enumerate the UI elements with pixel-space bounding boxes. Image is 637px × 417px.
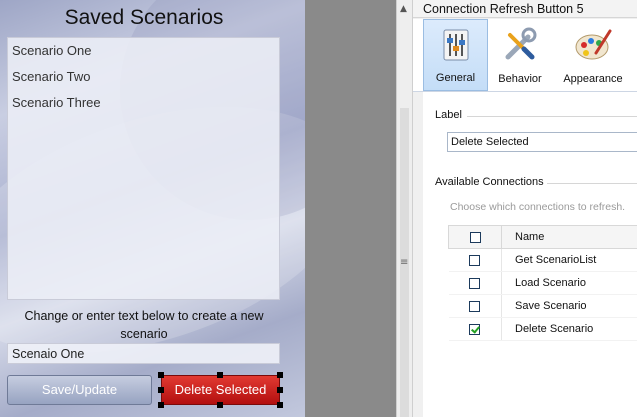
tab-behavior[interactable]: Behavior — [490, 19, 550, 91]
tab-bar: General Behavior Appearance — [413, 19, 637, 92]
connections-section-heading: Available Connections — [435, 176, 544, 188]
delete-selected-button[interactable]: Delete Selected — [161, 375, 280, 405]
connection-checkbox[interactable] — [469, 300, 481, 312]
connection-name: Load Scenario — [501, 271, 637, 295]
label-section-heading: Label — [435, 109, 462, 121]
connection-name: Delete Scenario — [501, 317, 637, 341]
table-row[interactable]: Get ScenarioList — [448, 248, 637, 272]
connection-checkbox[interactable] — [469, 254, 481, 266]
table-header-row: Name — [448, 225, 637, 249]
connection-checkbox[interactable] — [469, 323, 481, 335]
table-row[interactable]: Load Scenario — [448, 271, 637, 295]
tab-general[interactable]: General — [423, 19, 488, 91]
save-update-button[interactable]: Save/Update — [7, 375, 152, 405]
list-item[interactable]: Scenario One — [8, 38, 279, 64]
chevron-up-icon[interactable]: ▲ — [400, 4, 407, 14]
property-panel: Connection Refresh Button 5 General Beha… — [413, 0, 637, 417]
select-all-cell[interactable] — [448, 225, 502, 249]
label-input[interactable] — [447, 132, 637, 152]
list-item[interactable]: Scenario Three — [8, 90, 279, 116]
instruction-text: Change or enter text below to create a n… — [24, 309, 264, 341]
design-canvas: Saved Scenarios Scenario One Scenario Tw… — [0, 0, 305, 417]
saved-scenarios-title: Saved Scenarios — [64, 6, 224, 29]
connection-checkbox[interactable] — [469, 277, 481, 289]
table-row[interactable]: Save Scenario — [448, 294, 637, 318]
panel-title: Connection Refresh Button 5 — [413, 0, 637, 18]
tab-behavior-label: Behavior — [498, 73, 542, 85]
connections-table: Name Get ScenarioList Load Scenario Save… — [448, 225, 637, 341]
connection-name: Get ScenarioList — [501, 248, 637, 272]
tab-general-label: General — [435, 72, 476, 84]
resize-handle[interactable] — [158, 402, 164, 408]
select-all-checkbox[interactable] — [469, 231, 481, 243]
panel-splitter[interactable]: ▲ ≡ — [396, 0, 413, 417]
workspace-background — [305, 0, 396, 417]
connections-hint: Choose which connections to refresh. — [450, 201, 626, 213]
resize-handle[interactable] — [277, 387, 283, 393]
scenario-list[interactable]: Scenario One Scenario Two Scenario Three — [7, 37, 280, 300]
table-row[interactable]: Delete Scenario — [448, 317, 637, 341]
grip-icon[interactable]: ≡ — [400, 258, 408, 268]
name-column-header[interactable]: Name — [501, 225, 637, 249]
scenario-name-input[interactable] — [7, 343, 280, 364]
connection-name: Save Scenario — [501, 294, 637, 318]
tab-appearance-label: Appearance — [563, 73, 623, 85]
resize-handle[interactable] — [217, 402, 223, 408]
general-sliders-icon — [439, 28, 473, 65]
divider — [547, 183, 637, 184]
resize-handle[interactable] — [277, 372, 283, 378]
resize-handle[interactable] — [217, 372, 223, 378]
resize-handle[interactable] — [158, 372, 164, 378]
palette-icon — [574, 27, 612, 66]
resize-handle[interactable] — [277, 402, 283, 408]
resize-handle[interactable] — [158, 387, 164, 393]
list-item[interactable]: Scenario Two — [8, 64, 279, 90]
divider — [467, 116, 637, 117]
properties-content: Label Available Connections Choose which… — [423, 92, 637, 417]
tab-appearance[interactable]: Appearance — [554, 19, 632, 91]
tools-icon — [502, 27, 538, 66]
